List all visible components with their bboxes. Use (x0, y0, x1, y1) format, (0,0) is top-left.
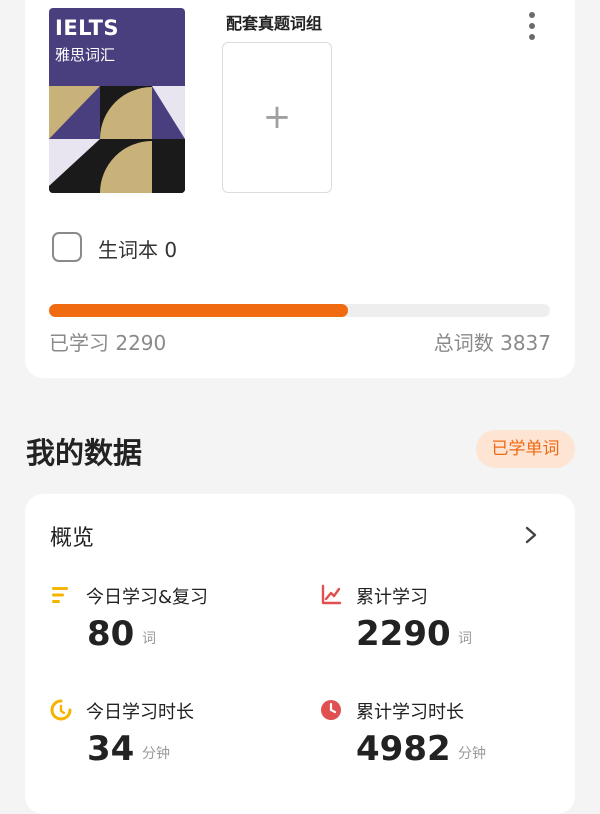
learned-count: 已学习 2290 (49, 331, 167, 355)
stat-value-today-learn: 80 (87, 614, 135, 654)
stat-label-today-time: 今日学习时长 (86, 702, 194, 723)
progress-fill (49, 304, 349, 317)
moon-clock-icon (50, 699, 72, 721)
stat-label-total-learn: 累计学习 (356, 587, 428, 608)
stat-unit-total-learn: 词 (458, 631, 472, 647)
book-brand: IELTS (55, 16, 120, 40)
book-cover[interactable]: IELTS 雅思词汇 (49, 8, 185, 193)
learned-words-tag[interactable]: 已学单词 (476, 430, 575, 468)
add-phrase-book-button[interactable]: + (222, 42, 332, 193)
stat-value-total-learn: 2290 (356, 614, 451, 654)
stat-label-today-learn: 今日学习&复习 (86, 587, 209, 608)
overview-title: 概览 (50, 526, 95, 551)
slot-label: 配套真题词组 (226, 14, 323, 33)
clock-icon (321, 700, 341, 720)
stat-unit-today-learn: 词 (142, 631, 156, 647)
vocab-book-label: 生词本 0 (98, 238, 178, 262)
plus-icon: + (262, 97, 292, 137)
chevron-right-icon[interactable] (524, 526, 538, 544)
stat-unit-today-time: 分钟 (142, 746, 170, 762)
stat-label-total-time: 累计学习时长 (356, 702, 464, 723)
total-count: 总词数 3837 (433, 331, 551, 355)
stat-value-today-time: 34 (87, 729, 135, 769)
section-title: 我的数据 (26, 436, 143, 470)
more-icon[interactable] (526, 12, 538, 40)
cover-art (49, 86, 185, 193)
stat-unit-total-time: 分钟 (458, 746, 486, 762)
vocab-book-checkbox[interactable] (52, 232, 82, 262)
stat-value-total-time: 4982 (356, 729, 451, 769)
trend-icon (321, 584, 342, 605)
progress-bar (49, 304, 550, 317)
book-subtitle: 雅思词汇 (55, 46, 116, 64)
bars-icon (52, 587, 68, 603)
